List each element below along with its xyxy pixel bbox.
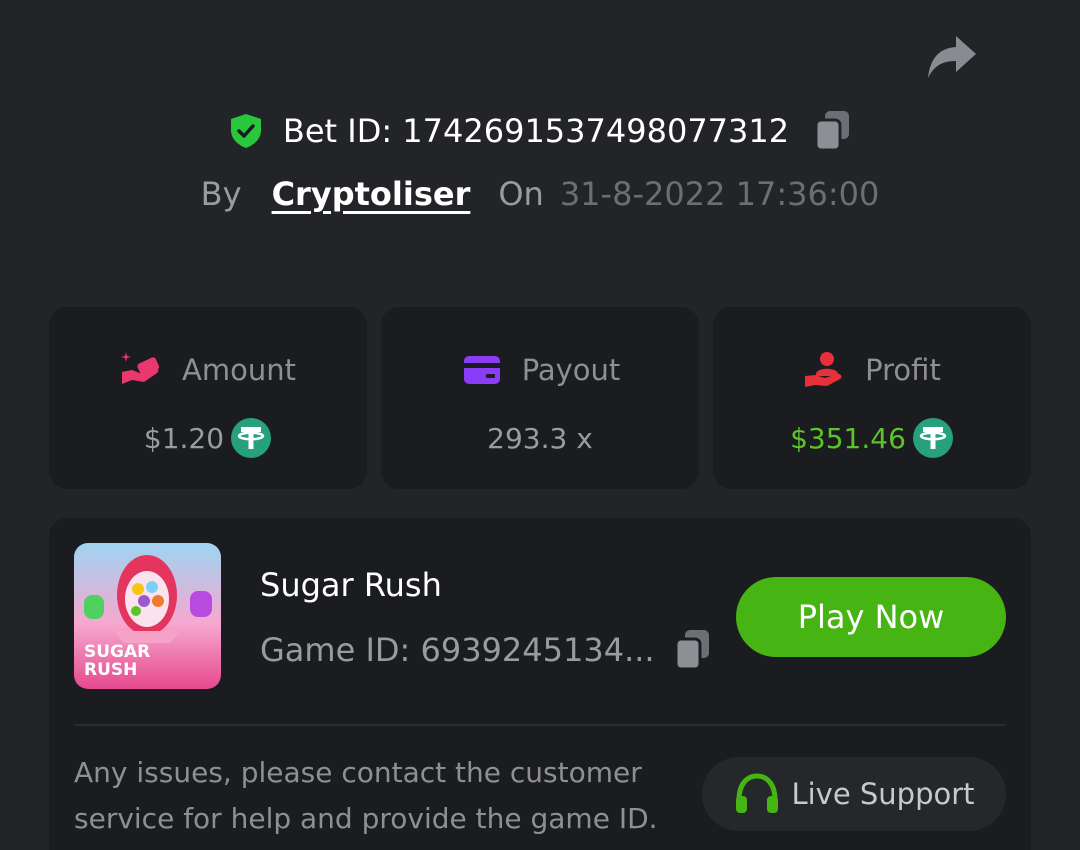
payout-card: Payout 293.3 x [381, 307, 699, 489]
game-id-row: Game ID: 6939245134... [260, 628, 713, 672]
bet-datetime: 31-8-2022 17:36:00 [559, 175, 880, 213]
play-now-button[interactable]: Play Now [736, 577, 1006, 657]
divider [74, 724, 1006, 726]
profit-card: Profit $351.46 [713, 307, 1031, 489]
profit-label: Profit [865, 353, 941, 387]
sugar-rush-thumbnail-image: SUGAR RUSH [74, 543, 221, 689]
hand-profit-icon [805, 352, 842, 387]
game-card: SUGAR RUSH Sugar Rush Game ID: 693924513… [49, 518, 1031, 850]
copy-game-id-icon[interactable] [673, 628, 713, 672]
tether-icon [231, 418, 272, 458]
live-support-label: Live Support [791, 777, 975, 811]
payout-label: Payout [521, 353, 621, 387]
copy-bet-id-icon[interactable] [813, 109, 853, 153]
payout-value: 293.3 x [487, 421, 593, 455]
game-title: Sugar Rush [260, 566, 442, 604]
amount-value: $1.20 [143, 421, 225, 455]
username-link[interactable]: Cryptoliser [272, 175, 471, 213]
card-icon [463, 356, 500, 384]
share-icon [928, 36, 976, 78]
thumb-text-sugar: SUGAR [84, 642, 150, 662]
bet-id-label: Bet ID: 1742691537498077312 [282, 112, 790, 150]
hand-coin-icon [121, 352, 160, 384]
live-support-button[interactable]: Live Support [702, 757, 1006, 831]
amount-card: Amount $1.20 [49, 307, 367, 489]
profit-value: $351.46 [790, 421, 906, 455]
help-text: Any issues, please contact the customer … [74, 756, 658, 835]
game-thumbnail[interactable]: SUGAR RUSH [74, 543, 221, 689]
bet-detail-screen: Bet ID: 1742691537498077312 By Cryptolis… [0, 0, 1080, 850]
bet-meta-row: By Cryptoliser On 31-8-2022 17:36:00 [0, 172, 1080, 216]
bet-id-row: Bet ID: 1742691537498077312 [0, 108, 1080, 154]
on-label: On [498, 175, 544, 213]
game-id-label: Game ID: 6939245134... [260, 631, 655, 669]
headset-icon [736, 773, 779, 813]
by-label: By [200, 175, 242, 213]
amount-label: Amount [182, 353, 296, 387]
tether-icon [912, 418, 953, 458]
verified-shield-icon [230, 114, 261, 148]
share-button[interactable] [924, 32, 980, 82]
thumb-text-rush: RUSH [84, 660, 137, 680]
